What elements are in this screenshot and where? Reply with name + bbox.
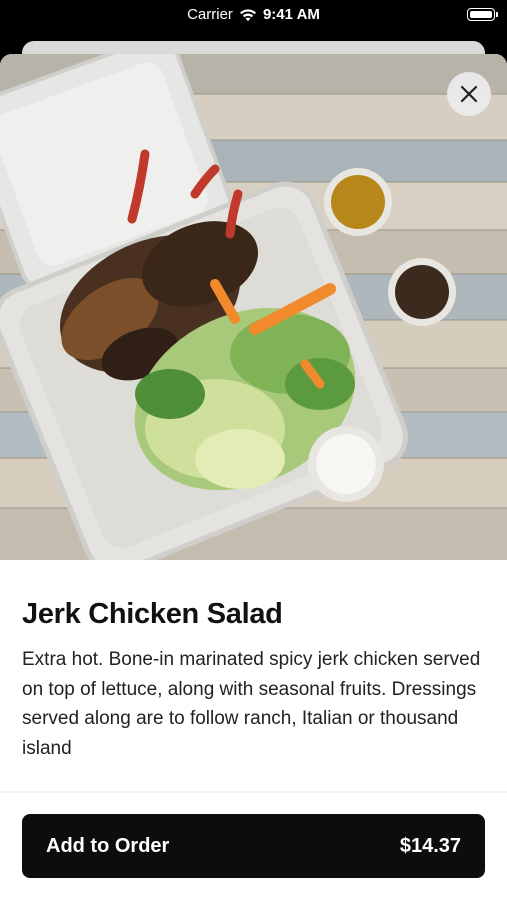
close-button[interactable] [447,72,491,116]
carrier-label: Carrier [187,6,233,23]
item-description: Extra hot. Bone-in marinated spicy jerk … [22,649,481,759]
battery-level [470,11,492,18]
status-center: Carrier 9:41 AM [0,6,507,23]
close-icon [460,85,478,103]
item-photo [0,54,507,560]
clock: 9:41 AM [262,6,320,23]
add-to-order-label: Add to Order [46,834,170,857]
battery-icon [467,8,498,21]
wifi-icon [239,8,256,21]
item-detail-sheet: Jerk Chicken Salad Extra hot. Bone-in ma… [0,54,507,900]
item-photo-illustration [0,54,507,560]
status-bar: Carrier 9:41 AM [0,0,507,34]
divider [0,791,507,793]
add-to-order-button[interactable]: Add to Order $14.37 [22,814,485,878]
item-title: Jerk Chicken Salad [22,598,283,630]
item-price: $14.37 [399,834,461,857]
